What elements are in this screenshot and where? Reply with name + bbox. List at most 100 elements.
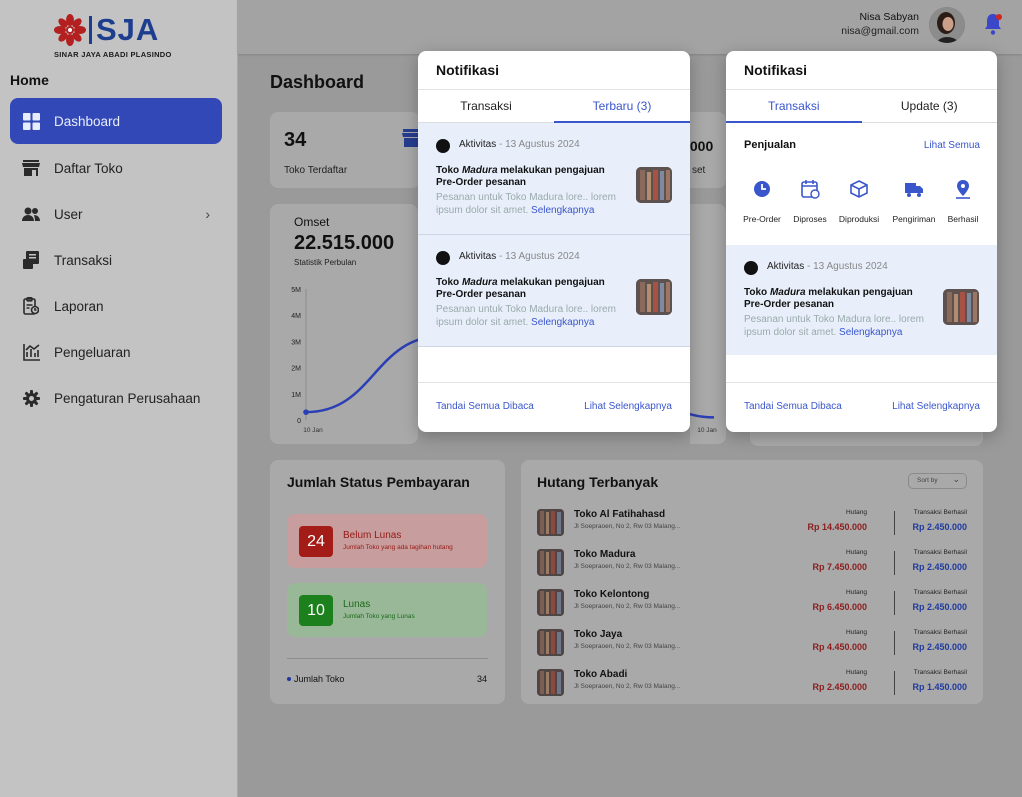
status-belum-sub: Jumlah Toko yang ada tagihan hutang (343, 544, 453, 551)
sidebar-item-label: User (54, 206, 83, 222)
divider (894, 511, 895, 535)
tab-update[interactable]: Update (3) (861, 90, 997, 123)
notification-title: Notifikasi (744, 62, 808, 78)
notification-heading: Toko Madura melakukan pengajuan Pre-Orde… (436, 277, 626, 301)
notification-tabs: Transaksi Update (3) (726, 89, 997, 123)
table-row[interactable]: Toko Kelontong Jl Soepraoen, No 2, Rw 03 … (537, 586, 967, 620)
omset-subtitle: Statistik Perbulan (294, 258, 357, 267)
sidebar-item-dashboard[interactable]: Dashboard (10, 98, 222, 144)
step-pin[interactable]: Berhasil (933, 179, 993, 224)
read-more-link[interactable]: Selengkapnya (531, 317, 594, 328)
chevron-down-icon: ⌄ (952, 474, 960, 484)
notification-date: - 13 Agustus 2024 (496, 251, 580, 262)
see-more-link[interactable]: Lihat Selengkapnya (584, 401, 672, 412)
notification-body: Pesanan untuk Toko Madura lore.. lorem i… (436, 304, 636, 329)
logo-flower-icon (54, 14, 86, 46)
sidebar-section-title: Home (10, 72, 49, 88)
hutang-title: Hutang Terbanyak (537, 474, 659, 490)
y-tick-label: 4M (291, 313, 301, 320)
read-more-link[interactable]: Selengkapnya (839, 327, 902, 338)
heading-a: Toko (436, 277, 462, 288)
hutang-label: Hutang (846, 669, 867, 676)
transaksi-value: Rp 2.450.000 (912, 562, 967, 572)
activity-icon (436, 251, 450, 265)
heading-em: Madura (769, 287, 806, 298)
store-thumbnail (537, 509, 564, 536)
tab-transaksi[interactable]: Transaksi (418, 90, 554, 123)
report-icon (22, 297, 40, 315)
transaksi-label: Transaksi Berhasil (913, 549, 967, 556)
store-address: Jl Soepraoen, No 2, Rw 03 Malang... (574, 643, 681, 650)
see-more-link[interactable]: Lihat Selengkapnya (892, 401, 980, 412)
mark-all-read-link[interactable]: Tandai Semua Dibaca (744, 401, 842, 412)
sidebar-item-pengaturan-perusahaan[interactable]: Pengaturan Perusahaan (10, 375, 222, 421)
table-row[interactable]: Toko Abadi Jl Soepraoen, No 2, Rw 03 Mala… (537, 666, 967, 700)
table-row[interactable]: Toko Madura Jl Soepraoen, No 2, Rw 03 Mal… (537, 546, 967, 580)
notification-heading: Toko Madura melakukan pengajuan Pre-Orde… (436, 165, 626, 189)
sidebar-item-laporan[interactable]: Laporan (10, 283, 222, 329)
divider (418, 382, 690, 383)
truck-icon (905, 183, 923, 197)
tab-terbaru[interactable]: Terbaru (3) (554, 90, 690, 123)
legend-label: Jumlah Toko (294, 674, 345, 684)
bell-icon[interactable] (983, 13, 1003, 35)
notification-item[interactable]: Aktivitas - 13 Agustus 2024 Toko Madura … (418, 123, 690, 235)
brand-tagline: SINAR JAYA ABADI PLASINDO (54, 50, 172, 59)
status-belum-lunas[interactable]: 24 Belum Lunas Jumlah Toko yang ada tagi… (287, 514, 487, 568)
heading-a: Toko (744, 287, 770, 298)
step-box[interactable]: Diproduksi (829, 179, 889, 224)
store-name: Toko Al Fatihahasd (574, 509, 666, 520)
notification-tabs: Transaksi Terbaru (3) (418, 89, 690, 123)
y-tick-label: 0 (297, 418, 301, 425)
pin-icon (956, 180, 970, 199)
transaksi-label: Transaksi Berhasil (913, 589, 967, 596)
sidebar-item-label: Transaksi (54, 252, 113, 268)
transaksi-label: Transaksi Berhasil (913, 669, 967, 676)
notification-kind: Aktivitas (459, 139, 497, 150)
store-name: Toko Madura (574, 549, 636, 560)
read-more-link[interactable]: Selengkapnya (531, 205, 594, 216)
divider (894, 591, 895, 615)
status-lunas[interactable]: 10 Lunas Jumlah Toko yang Lunas (287, 583, 487, 637)
transaksi-value: Rp 1.450.000 (912, 682, 967, 692)
sidebar-item-label: Pengaturan Perusahaan (54, 390, 201, 406)
users-icon (22, 205, 40, 223)
chart-icon (22, 343, 40, 361)
tab-transaksi[interactable]: Transaksi (726, 90, 862, 123)
sidebar-item-user[interactable]: User › (10, 191, 222, 237)
sidebar-item-pengeluaran[interactable]: Pengeluaran (10, 329, 222, 375)
heading-em: Madura (461, 277, 498, 288)
store-address: Jl Soepraoen, No 2, Rw 03 Malang... (574, 563, 681, 570)
store-name: Toko Abadi (574, 669, 628, 680)
divider (894, 551, 895, 575)
store-address: Jl Soepraoen, No 2, Rw 03 Malang... (574, 683, 681, 690)
chevron-right-icon: › (205, 206, 210, 222)
product-thumbnail (636, 167, 672, 203)
notification-date: - 13 Agustus 2024 (804, 261, 888, 272)
avatar[interactable] (929, 7, 965, 43)
hutang-label: Hutang (846, 589, 867, 596)
see-all-link[interactable]: Lihat Semua (924, 140, 980, 151)
sidebar-item-transaksi[interactable]: Transaksi (10, 237, 222, 283)
mark-all-read-link[interactable]: Tandai Semua Dibaca (436, 401, 534, 412)
notification-title: Notifikasi (436, 62, 500, 78)
brand-logo[interactable]: SJA SINAR JAYA ABADI PLASINDO (54, 12, 184, 60)
user-name: Nisa Sabyan (859, 11, 919, 23)
user-email: nisa@gmail.com (841, 25, 919, 37)
y-tick-label: 2M (291, 366, 301, 373)
notification-item[interactable]: Aktivitas - 13 Agustus 2024 Toko Madura … (418, 235, 690, 347)
table-row[interactable]: Toko Jaya Jl Soepraoen, No 2, Rw 03 Malan… (537, 626, 967, 660)
notification-item[interactable]: Aktivitas - 13 Agustus 2024 Toko Madura … (726, 245, 997, 355)
status-lunas-count: 10 (299, 595, 333, 626)
hutang-value: Rp 4.450.000 (812, 642, 867, 652)
notification-body: Pesanan untuk Toko Madura lore.. lorem i… (436, 192, 636, 217)
grid-icon (22, 112, 40, 130)
table-row[interactable]: Toko Al Fatihahasd Jl Soepraoen, No 2, Rw… (537, 506, 967, 540)
stat-toko-label: Toko Terdaftar (284, 165, 348, 176)
status-belum-label: Belum Lunas (343, 530, 402, 541)
sort-select[interactable]: Sort by ⌄ (908, 473, 967, 489)
receipt-icon (22, 251, 40, 269)
store-thumbnail (537, 629, 564, 656)
activity-icon (436, 139, 450, 153)
sidebar-item-daftar-toko[interactable]: Daftar Toko (10, 145, 222, 191)
